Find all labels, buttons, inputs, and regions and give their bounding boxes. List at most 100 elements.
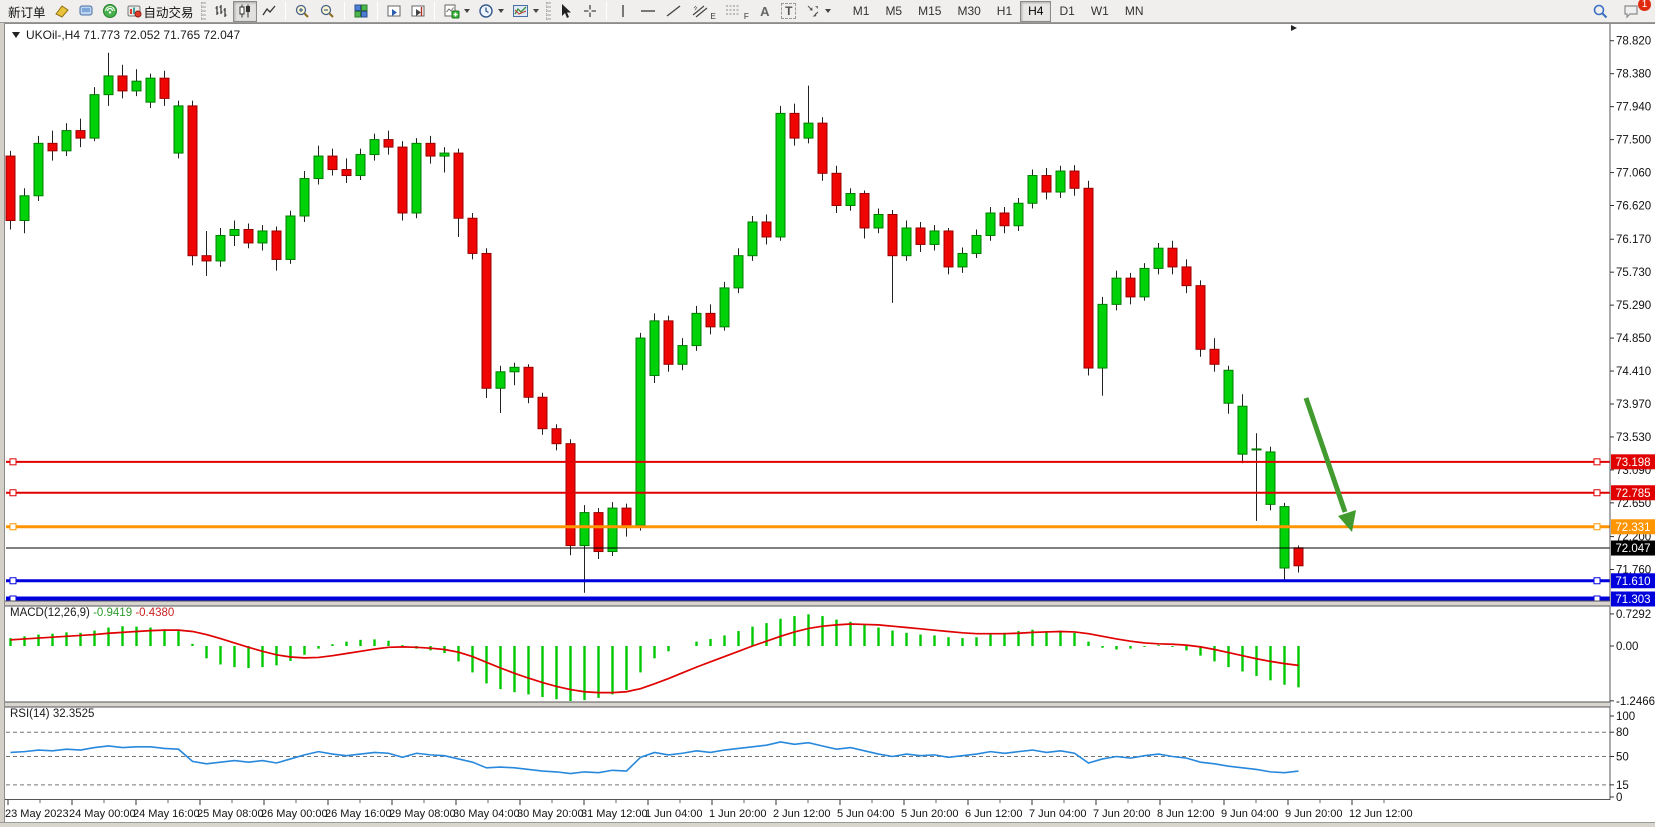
new-order-button[interactable]: 新订单 bbox=[4, 1, 50, 22]
time-axis-label: 9 Jun 04:00 bbox=[1221, 808, 1279, 820]
bear-candle bbox=[76, 131, 85, 138]
timeframe-button-m1[interactable]: M1 bbox=[845, 1, 878, 22]
zoom-in-button[interactable] bbox=[290, 1, 315, 22]
toolbar-separator bbox=[344, 2, 345, 20]
timeframe-button-m5[interactable]: M5 bbox=[877, 1, 910, 22]
timeframe-button-mn[interactable]: MN bbox=[1117, 1, 1152, 22]
search-button[interactable] bbox=[1588, 1, 1613, 22]
vline-button[interactable] bbox=[611, 1, 635, 22]
bull-candle bbox=[804, 123, 813, 138]
bull-candle bbox=[62, 131, 71, 151]
template-icon bbox=[512, 3, 529, 19]
chart-canvas[interactable]: 78.82078.38077.94077.50077.06076.62076.1… bbox=[0, 0, 1655, 827]
time-axis-label: 1 Jun 20:00 bbox=[709, 808, 767, 820]
timeframe-button-w1[interactable]: W1 bbox=[1083, 1, 1117, 22]
chart-title: UKOil-,H4 71.773 72.052 71.765 72.047 bbox=[12, 28, 240, 42]
bull-candle bbox=[370, 140, 379, 155]
time-axis-label: 9 Jun 20:00 bbox=[1285, 808, 1343, 820]
arrows-button[interactable] bbox=[801, 1, 835, 22]
new-order-icon-button[interactable] bbox=[50, 1, 74, 22]
bear-candle bbox=[398, 147, 407, 213]
zoom-out-button[interactable] bbox=[315, 1, 340, 22]
text-button[interactable]: A bbox=[753, 1, 777, 22]
toolbar-separator bbox=[285, 2, 286, 20]
auto-scroll-button[interactable] bbox=[382, 1, 406, 22]
signals-button[interactable] bbox=[98, 1, 122, 22]
channel-button[interactable]: E bbox=[687, 1, 720, 22]
bear-candle bbox=[1070, 171, 1079, 188]
line-chart-button[interactable] bbox=[257, 1, 281, 22]
candle-chart-button[interactable] bbox=[233, 1, 257, 22]
bull-candle bbox=[748, 222, 757, 256]
status-bar bbox=[0, 822, 1655, 827]
period-button[interactable] bbox=[474, 1, 508, 22]
timeframe-button-m30[interactable]: M30 bbox=[949, 1, 988, 22]
auto-scroll-icon bbox=[386, 3, 402, 19]
time-axis-label: 23 May 2023 bbox=[5, 808, 69, 820]
hline-handle[interactable] bbox=[1594, 524, 1600, 530]
bear-candle bbox=[1182, 267, 1191, 286]
bull-candle bbox=[958, 253, 967, 266]
bear-candle bbox=[1084, 188, 1093, 368]
fibonacci-button[interactable]: F bbox=[720, 1, 753, 22]
hline-handle[interactable] bbox=[1594, 459, 1600, 465]
notifications-button[interactable]: 1 bbox=[1619, 1, 1645, 22]
chart-shift-icon bbox=[410, 3, 426, 19]
clock-icon bbox=[478, 3, 494, 19]
chart-shift-button[interactable] bbox=[406, 1, 430, 22]
hline-handle[interactable] bbox=[10, 459, 16, 465]
text-label-button[interactable]: T bbox=[777, 1, 801, 22]
bull-candle bbox=[1056, 171, 1065, 192]
bar-chart-button[interactable] bbox=[209, 1, 233, 22]
trendline-button[interactable] bbox=[661, 1, 687, 22]
bull-candle bbox=[510, 367, 519, 371]
tile-windows-button[interactable] bbox=[349, 1, 373, 22]
bull-candle bbox=[258, 231, 267, 243]
new-chart-button[interactable] bbox=[439, 1, 474, 22]
price-tick-label: 78.820 bbox=[1616, 36, 1651, 48]
bull-candle bbox=[692, 313, 701, 345]
terminal-icon bbox=[78, 3, 94, 19]
bull-candle bbox=[930, 231, 939, 244]
autotrade-button[interactable]: 自动交易 bbox=[122, 1, 198, 22]
hline-handle[interactable] bbox=[1594, 490, 1600, 496]
bar-chart-icon bbox=[213, 3, 229, 19]
hline-button[interactable] bbox=[635, 1, 661, 22]
hline-handle[interactable] bbox=[10, 490, 16, 496]
panel-separator[interactable] bbox=[0, 601, 1610, 606]
macd-name: MACD(12,26,9) bbox=[10, 607, 90, 619]
new-order-icon bbox=[54, 3, 70, 19]
bear-candle bbox=[1294, 548, 1303, 566]
bull-candle bbox=[650, 321, 659, 376]
bull-candle bbox=[356, 155, 365, 176]
bull-candle bbox=[300, 179, 309, 216]
hline-handle[interactable] bbox=[10, 578, 16, 584]
cursor-button[interactable] bbox=[554, 1, 578, 22]
template-button[interactable] bbox=[508, 1, 543, 22]
crosshair-button[interactable] bbox=[578, 1, 602, 22]
bear-candle bbox=[188, 106, 197, 256]
price-line-label: 71.303 bbox=[1615, 594, 1650, 606]
bull-candle bbox=[230, 229, 239, 235]
hline-handle[interactable] bbox=[10, 524, 16, 530]
panel-separator[interactable] bbox=[0, 702, 1610, 707]
timeframe-button-h4[interactable]: H4 bbox=[1020, 1, 1051, 22]
price-tick-label: 73.970 bbox=[1616, 399, 1651, 411]
new-order-label: 新订单 bbox=[8, 2, 46, 21]
trendline-icon bbox=[665, 3, 683, 19]
price-tick-label: 73.530 bbox=[1616, 432, 1651, 444]
bull-candle bbox=[90, 95, 99, 138]
timeframe-button-h1[interactable]: H1 bbox=[989, 1, 1020, 22]
terminal-button[interactable] bbox=[74, 1, 98, 22]
bear-candle bbox=[426, 143, 435, 156]
timeframe-button-m15[interactable]: M15 bbox=[910, 1, 949, 22]
timeframe-group: M1M5M15M30H1H4D1W1MN bbox=[845, 1, 1152, 22]
macd-indicator-label: MACD(12,26,9) -0.9419 -0.4380 bbox=[10, 607, 174, 619]
price-tick-label: 76.620 bbox=[1616, 201, 1651, 213]
bear-candle bbox=[328, 156, 337, 169]
timeframe-button-d1[interactable]: D1 bbox=[1051, 1, 1082, 22]
bull-candle bbox=[132, 81, 141, 91]
hline-handle[interactable] bbox=[1594, 578, 1600, 584]
bull-candle bbox=[580, 513, 589, 546]
toolbar-separator bbox=[606, 2, 607, 20]
